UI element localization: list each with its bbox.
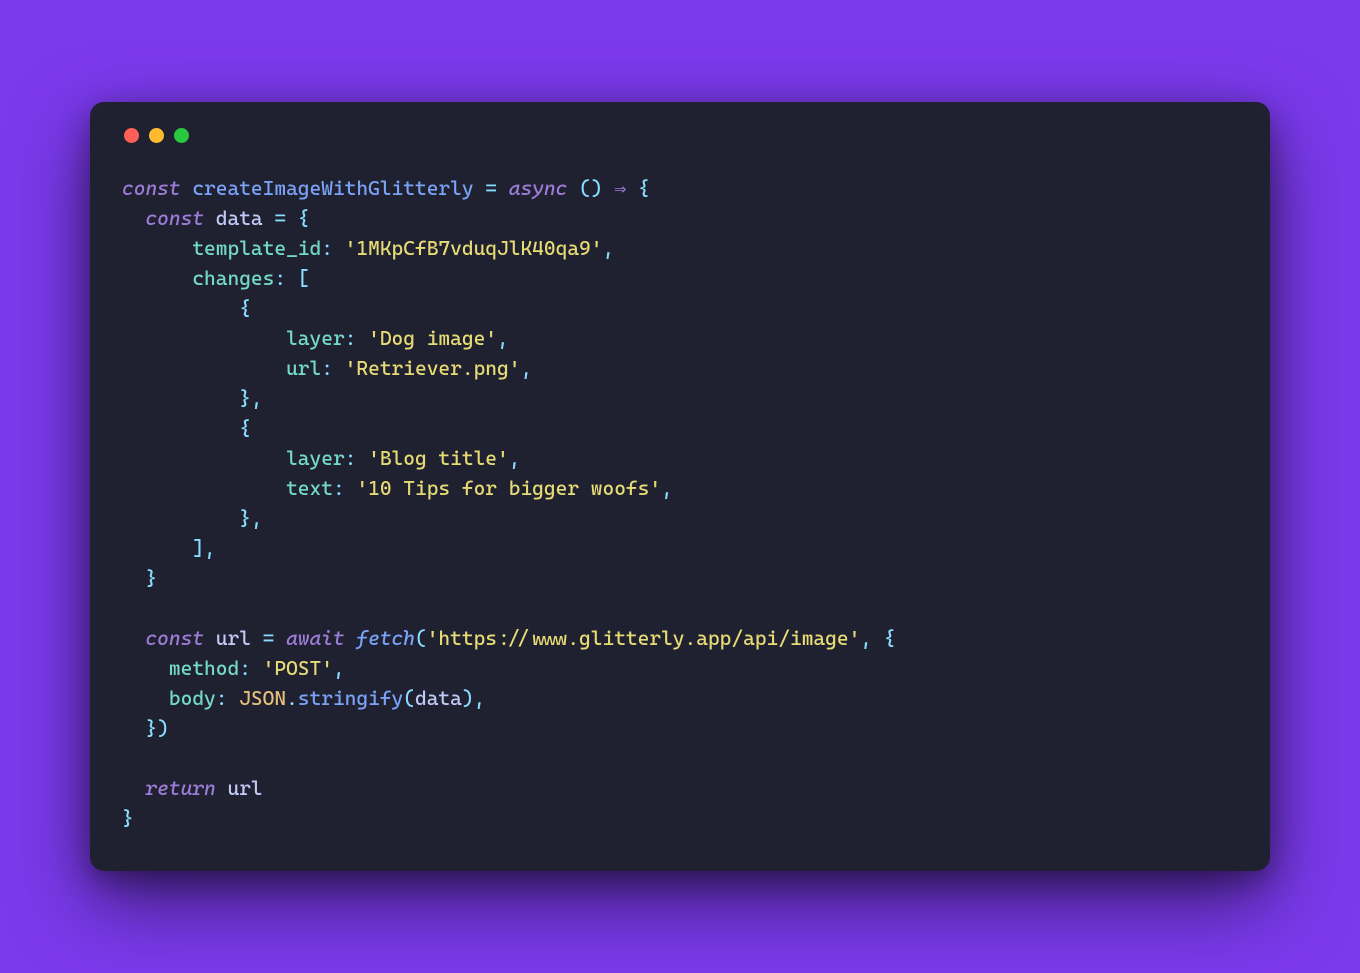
op-comma: , — [474, 686, 486, 710]
op-lparen: ( — [415, 626, 427, 650]
kw-return: return — [145, 776, 215, 800]
op-comma: , — [520, 356, 532, 380]
op-arrow: ⇒ — [614, 176, 626, 200]
kw-const: const — [145, 626, 204, 650]
op-eq: = — [274, 206, 286, 230]
op-eq: = — [485, 176, 497, 200]
fn-stringify: stringify — [298, 686, 403, 710]
str-post: 'POST' — [263, 656, 333, 680]
op-comma: , — [333, 656, 345, 680]
op-comma: , — [602, 236, 614, 260]
op-lbrace: { — [884, 626, 896, 650]
op-lbracket: [ — [298, 266, 310, 290]
prop-layer: layer — [286, 446, 345, 470]
code-block: const createImageWithGlitterly = async (… — [122, 173, 1238, 833]
prop-method: method — [169, 656, 239, 680]
op-rbrace: } — [145, 566, 157, 590]
close-icon[interactable] — [124, 128, 139, 143]
op-comma: , — [661, 476, 673, 500]
str-layer-1: 'Dog image' — [368, 326, 497, 350]
kw-const: const — [122, 176, 181, 200]
op-lbrace: { — [239, 296, 251, 320]
str-template-id: '1MKpCfB7vduqJlK40qa9' — [345, 236, 603, 260]
minimize-icon[interactable] — [149, 128, 164, 143]
window-controls — [124, 128, 1238, 143]
fn-fetch: fetch — [356, 626, 415, 650]
str-url-1: 'Retriever.png' — [345, 356, 521, 380]
prop-template-id: template_id — [192, 236, 321, 260]
op-comma: , — [860, 626, 872, 650]
op-rbrace: } — [239, 386, 251, 410]
op-lparen: ( — [403, 686, 415, 710]
code-window: const createImageWithGlitterly = async (… — [90, 102, 1270, 871]
var-url: url — [227, 776, 262, 800]
cls-json: JSON — [239, 686, 286, 710]
op-comma: , — [204, 536, 216, 560]
op-colon: : — [321, 356, 333, 380]
prop-layer: layer — [286, 326, 345, 350]
op-colon: : — [321, 236, 333, 260]
fn-name: createImageWithGlitterly — [192, 176, 473, 200]
op-colon: : — [216, 686, 228, 710]
var-data: data — [415, 686, 462, 710]
op-dot: . — [286, 686, 298, 710]
var-data: data — [216, 206, 263, 230]
op-colon: : — [345, 326, 357, 350]
op-rbracket: ] — [192, 536, 204, 560]
op-comma: , — [251, 506, 263, 530]
op-rparen: ) — [157, 716, 169, 740]
op-comma: , — [251, 386, 263, 410]
prop-url: url — [286, 356, 321, 380]
str-text-2: '10 Tips for bigger woofs' — [356, 476, 661, 500]
kw-await: await — [286, 626, 345, 650]
op-colon: : — [239, 656, 251, 680]
op-rparen: ) — [462, 686, 474, 710]
op-comma: , — [497, 326, 509, 350]
op-lparen: ( — [579, 176, 591, 200]
op-lbrace: { — [638, 176, 650, 200]
prop-body: body — [169, 686, 216, 710]
op-colon: : — [333, 476, 345, 500]
str-layer-2: 'Blog title' — [368, 446, 509, 470]
op-rparen: ) — [591, 176, 603, 200]
op-lbrace: { — [298, 206, 310, 230]
op-colon: : — [274, 266, 286, 290]
op-comma: , — [509, 446, 521, 470]
var-url: url — [216, 626, 251, 650]
kw-const: const — [145, 206, 204, 230]
prop-changes: changes — [192, 266, 274, 290]
op-lbrace: { — [239, 416, 251, 440]
op-eq: = — [263, 626, 275, 650]
op-rbrace: } — [145, 716, 157, 740]
str-api-url: 'https://www.glitterly.app/api/image' — [427, 626, 861, 650]
op-rbrace: } — [239, 506, 251, 530]
maximize-icon[interactable] — [174, 128, 189, 143]
kw-async: async — [509, 176, 568, 200]
prop-text: text — [286, 476, 333, 500]
op-colon: : — [345, 446, 357, 470]
op-rbrace: } — [122, 806, 134, 830]
